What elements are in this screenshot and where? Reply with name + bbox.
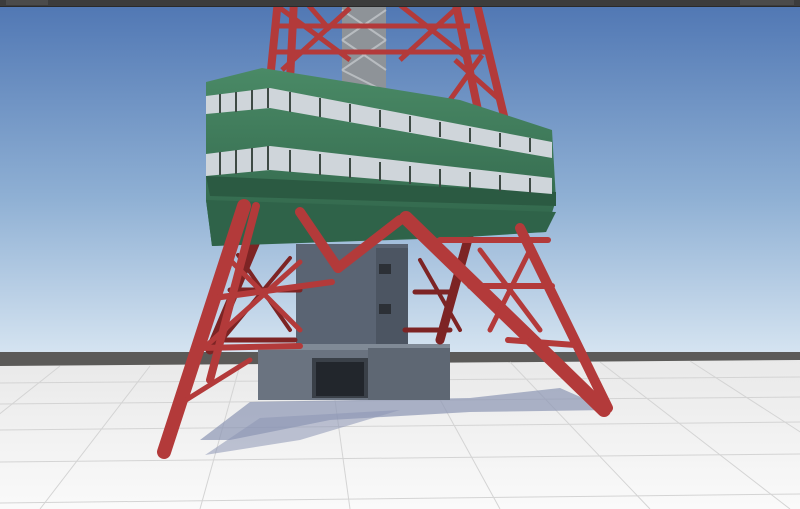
scene-tab-1[interactable] — [6, 0, 48, 5]
scene-tab-2[interactable] — [740, 0, 794, 5]
base-building — [258, 344, 450, 400]
tower-scene[interactable] — [0, 0, 800, 509]
editor-toolbar-strip — [0, 0, 800, 7]
scene-viewport[interactable] — [0, 0, 800, 509]
